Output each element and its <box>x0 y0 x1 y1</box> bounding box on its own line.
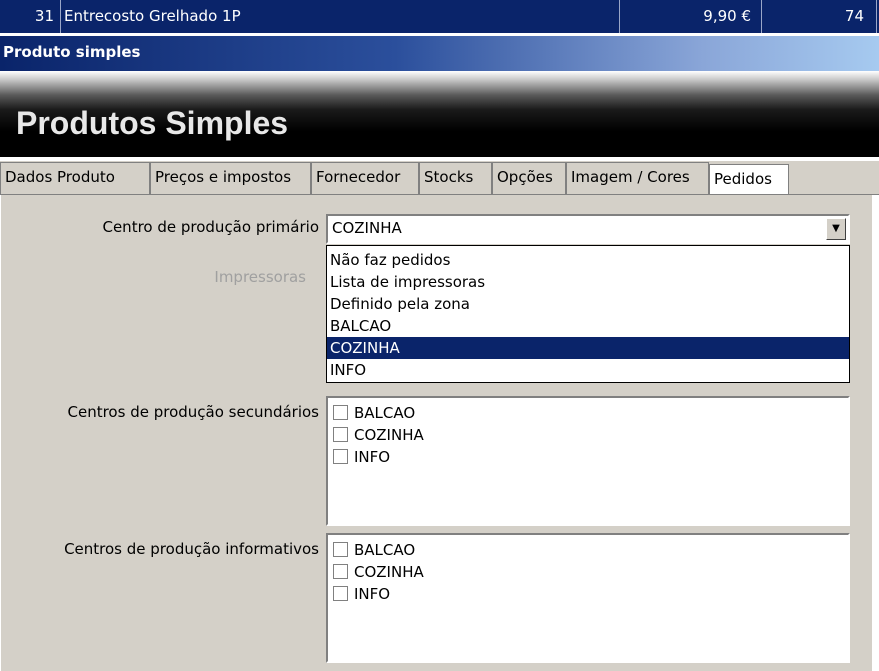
checkbox-label: BALCAO <box>354 541 416 559</box>
checkbox[interactable] <box>333 564 348 579</box>
window-title-bar[interactable]: Produto simples <box>0 36 879 71</box>
dropdown-option-definido-zona[interactable]: Definido pela zona <box>327 293 849 315</box>
primary-center-label: Centro de produção primário <box>102 218 319 236</box>
row-quantity: 74 <box>762 0 877 33</box>
checkbox[interactable] <box>333 405 348 420</box>
checkbox[interactable] <box>333 542 348 557</box>
tab-fornecedor[interactable]: Fornecedor <box>311 162 419 194</box>
informative-centers-list[interactable]: BALCAO COZINHA INFO <box>326 533 850 663</box>
row-product-name: Entrecosto Grelhado 1P <box>61 0 620 33</box>
primary-center-dropdown: Não faz pedidos Lista de impressoras Def… <box>326 245 850 383</box>
tab-dados-produto[interactable]: Dados Produto <box>0 162 150 194</box>
checkbox-label: INFO <box>354 448 391 466</box>
page-title: Produtos Simples <box>16 105 289 141</box>
panel-right-border <box>872 195 879 671</box>
row-number: 31 <box>0 0 61 33</box>
tab-imagem-cores[interactable]: Imagem / Cores <box>566 162 709 194</box>
dropdown-option-cozinha[interactable]: COZINHA <box>327 337 849 359</box>
informative-centers-label: Centros de produção informativos <box>64 540 319 558</box>
checkbox[interactable] <box>333 427 348 442</box>
checkbox[interactable] <box>333 586 348 601</box>
checkbox-label: INFO <box>354 585 391 603</box>
list-item[interactable]: INFO <box>333 583 390 605</box>
dropdown-option-nao-faz-pedidos[interactable]: Não faz pedidos <box>327 249 849 271</box>
dropdown-option-info[interactable]: INFO <box>327 359 849 381</box>
selected-product-row[interactable]: 31 Entrecosto Grelhado 1P 9,90 € 74 <box>0 0 879 36</box>
checkbox-label: COZINHA <box>354 563 424 581</box>
list-item[interactable]: COZINHA <box>333 561 424 583</box>
list-item[interactable]: BALCAO <box>333 539 415 561</box>
dropdown-option-balcao[interactable]: BALCAO <box>327 315 849 337</box>
row-price: 9,90 € <box>620 0 762 33</box>
primary-center-value: COZINHA <box>332 219 402 237</box>
checkbox-label: COZINHA <box>354 426 424 444</box>
secondary-centers-list[interactable]: BALCAO COZINHA INFO <box>326 396 850 526</box>
tab-stocks[interactable]: Stocks <box>419 162 492 194</box>
list-item[interactable]: BALCAO <box>333 402 415 424</box>
primary-center-select[interactable]: COZINHA ▼ <box>326 214 850 244</box>
secondary-centers-label: Centros de produção secundários <box>67 403 320 421</box>
window-title: Produto simples <box>3 43 141 61</box>
header-banner: Produtos Simples <box>0 71 879 157</box>
tab-precos-impostos[interactable]: Preços e impostos <box>150 162 311 194</box>
list-item[interactable]: COZINHA <box>333 424 424 446</box>
tab-opcoes[interactable]: Opções <box>492 162 566 194</box>
printers-label: Impressoras <box>214 268 306 286</box>
dropdown-option-lista-impressoras[interactable]: Lista de impressoras <box>327 271 849 293</box>
checkbox-label: BALCAO <box>354 404 416 422</box>
list-item[interactable]: INFO <box>333 446 390 468</box>
tab-strip: Dados Produto Preços e impostos Forneced… <box>0 161 879 196</box>
chevron-down-icon[interactable]: ▼ <box>826 218 846 240</box>
checkbox[interactable] <box>333 449 348 464</box>
tab-pedidos[interactable]: Pedidos <box>709 164 789 196</box>
